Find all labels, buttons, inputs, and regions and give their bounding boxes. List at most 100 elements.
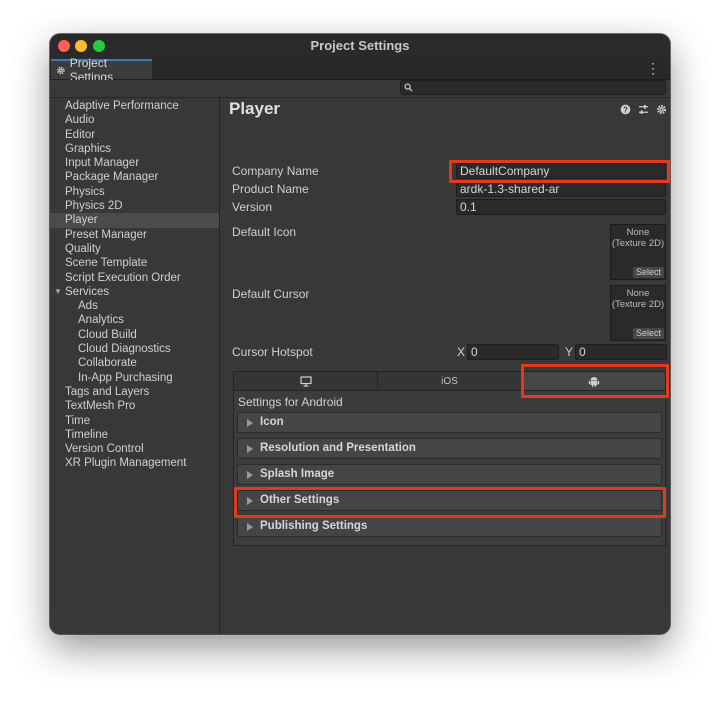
sidebar-item-player[interactable]: Player [50, 213, 219, 228]
product-name-label: Product Name [232, 182, 309, 196]
sidebar-item-label: Time [65, 414, 91, 427]
sidebar-item-adaptive-performance[interactable]: Adaptive Performance [50, 99, 219, 113]
default-icon-label: Default Icon [232, 225, 297, 239]
foldout-label: Splash Image [260, 468, 335, 480]
android-settings-panel: Settings for Android Icon Resolution and… [233, 391, 666, 546]
sidebar-item-xr-plugin-management[interactable]: XR Plugin Management [50, 456, 219, 470]
foldout-resolution-presentation[interactable]: Resolution and Presentation [237, 438, 662, 459]
cursor-hotspot-label: Cursor Hotspot [232, 345, 313, 359]
search-row [50, 80, 670, 98]
tab-project-settings[interactable]: Project Settings [51, 56, 152, 84]
window-title: Project Settings [310, 38, 410, 53]
sidebar-item-editor[interactable]: Editor [50, 128, 219, 142]
sidebar-item-label: Cloud Diagnostics [78, 343, 171, 356]
foldout-other-settings[interactable]: Other Settings [237, 490, 662, 511]
sidebar-item-cloud-build[interactable]: Cloud Build [50, 328, 219, 342]
tab-standalone[interactable] [234, 372, 378, 390]
gear-icon[interactable] [656, 104, 667, 115]
sidebar-item-in-app-purchasing[interactable]: In-App Purchasing [50, 371, 219, 385]
sidebar-item-textmesh-pro[interactable]: TextMesh Pro [50, 399, 219, 413]
help-icon[interactable]: ? [620, 104, 631, 115]
sidebar-item-physics[interactable]: Physics [50, 185, 219, 199]
default-cursor-select-button[interactable]: Select [632, 328, 664, 339]
sidebar-item-services[interactable]: ▼ Services [50, 285, 219, 299]
sidebar-item-preset-manager[interactable]: Preset Manager [50, 228, 219, 242]
settings-sidebar: Adaptive Performance Audio Editor Graphics I… [50, 98, 220, 634]
search-icon [404, 83, 413, 92]
expand-arrow-icon [247, 523, 253, 531]
foldout-label: Icon [260, 416, 284, 428]
sidebar-item-timeline[interactable]: Timeline [50, 428, 219, 442]
foldout-splash-image[interactable]: Splash Image [237, 464, 662, 485]
sidebar-item-package-manager[interactable]: Package Manager [50, 170, 219, 184]
sliders-icon[interactable] [638, 104, 649, 115]
tab-bar: Project Settings ⋮ [50, 56, 670, 84]
collapse-arrow-icon[interactable]: ▼ [54, 285, 62, 299]
panel-title: Settings for Android [238, 395, 343, 409]
sidebar-list: Adaptive Performance Audio Editor Graphics I… [50, 99, 219, 471]
hotspot-x-label: X [457, 345, 466, 359]
company-name-field[interactable]: DefaultCompany [456, 163, 666, 179]
platform-tabs: iOS [233, 371, 666, 391]
tab-ios-label: iOS [441, 375, 458, 387]
more-options-icon[interactable]: ⋮ [646, 61, 660, 75]
sidebar-item-label: TextMesh Pro [65, 400, 136, 413]
sidebar-item-label: Package Manager [65, 171, 159, 184]
hotspot-x-field[interactable]: 0 [467, 344, 559, 360]
sidebar-item-tags-and-layers[interactable]: Tags and Layers [50, 385, 219, 399]
sidebar-item-analytics[interactable]: Analytics [50, 313, 219, 327]
sidebar-item-script-execution-order[interactable]: Script Execution Order [50, 271, 219, 285]
expand-arrow-icon [247, 419, 253, 427]
player-settings-panel: Player ? Company Name DefaultCompany Pro… [220, 98, 670, 634]
hotspot-y-field[interactable]: 0 [575, 344, 667, 360]
foldout-icon-section[interactable]: Icon [237, 412, 662, 433]
sidebar-item-label: Script Execution Order [65, 271, 181, 284]
expand-arrow-icon [247, 497, 253, 505]
sidebar-item-physics-2d[interactable]: Physics 2D [50, 199, 219, 213]
sidebar-item-label: Tags and Layers [65, 385, 150, 398]
foldout-label: Other Settings [260, 494, 340, 506]
sidebar-item-version-control[interactable]: Version Control [50, 442, 219, 456]
sidebar-item-cloud-diagnostics[interactable]: Cloud Diagnostics [50, 342, 219, 356]
search-input[interactable] [400, 80, 666, 95]
expand-arrow-icon [247, 471, 253, 479]
sidebar-item-scene-template[interactable]: Scene Template [50, 256, 219, 270]
sidebar-item-label: Timeline [65, 428, 109, 441]
sidebar-item-audio[interactable]: Audio [50, 113, 219, 127]
sidebar-item-label: Adaptive Performance [65, 100, 179, 112]
page-title: Player [229, 99, 281, 118]
sidebar-item-time[interactable]: Time [50, 414, 219, 428]
title-bar: Project Settings [50, 34, 670, 58]
default-icon-select-button[interactable]: Select [632, 267, 664, 278]
hotspot-y-label: Y [565, 345, 574, 359]
sidebar-item-ads[interactable]: Ads [50, 299, 219, 313]
default-icon-slot[interactable]: None (Texture 2D) Select [610, 224, 666, 280]
version-field[interactable]: 0.1 [456, 199, 666, 215]
sidebar-item-label: Collaborate [78, 357, 137, 370]
sidebar-item-label: Player [65, 214, 98, 227]
sidebar-item-graphics[interactable]: Graphics [50, 142, 219, 156]
sidebar-item-label: Scene Template [65, 257, 148, 270]
default-cursor-slot[interactable]: None (Texture 2D) Select [610, 285, 666, 341]
sidebar-item-label: Input Manager [65, 157, 140, 170]
sidebar-item-label: Ads [78, 300, 98, 313]
svg-text:?: ? [623, 105, 628, 114]
sidebar-item-quality[interactable]: Quality [50, 242, 219, 256]
project-settings-window: Project Settings Project Settings ⋮ Adap… [50, 34, 670, 634]
sidebar-item-input-manager[interactable]: Input Manager [50, 156, 219, 170]
gear-icon [57, 66, 65, 74]
version-label: Version [232, 200, 273, 214]
sidebar-item-collaborate[interactable]: Collaborate [50, 356, 219, 370]
header-icons: ? [620, 104, 667, 115]
sidebar-item-label: Quality [65, 242, 101, 255]
foldout-publishing-settings[interactable]: Publishing Settings [237, 516, 662, 537]
company-name-label: Company Name [232, 164, 319, 178]
default-icon-slot-text: None (Texture 2D) [611, 227, 665, 249]
tab-android[interactable] [522, 372, 665, 390]
sidebar-item-label: Editor [65, 128, 96, 141]
tab-ios[interactable]: iOS [378, 372, 522, 390]
foldout-label: Publishing Settings [260, 520, 368, 532]
default-cursor-label: Default Cursor [232, 287, 310, 301]
product-name-field[interactable]: ardk-1.3-shared-ar [456, 181, 666, 197]
foldout-label: Resolution and Presentation [260, 442, 416, 454]
